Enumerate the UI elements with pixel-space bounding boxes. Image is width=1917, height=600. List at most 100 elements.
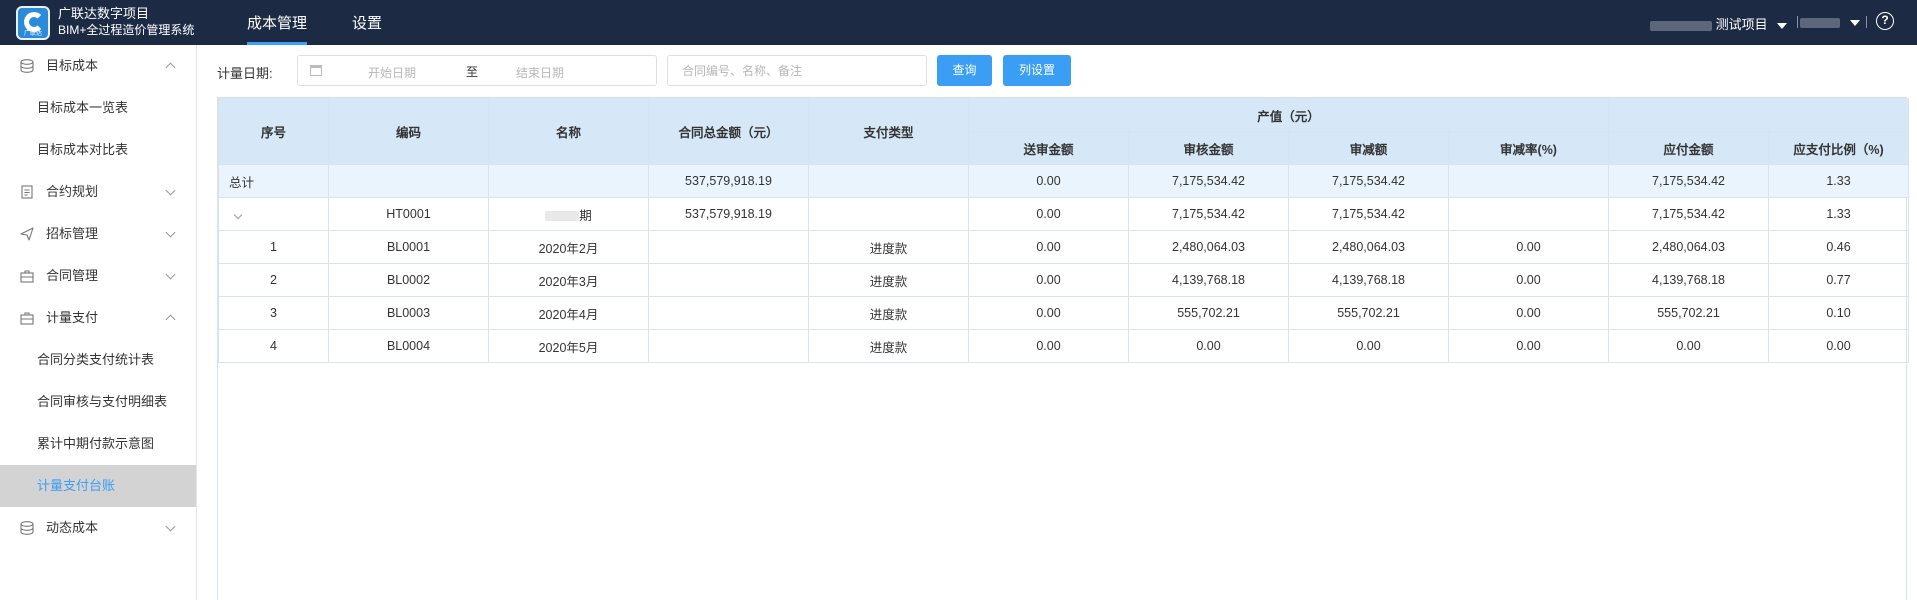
briefcase-icon: [20, 312, 34, 325]
col-header-reduction: 审减额: [1288, 131, 1449, 165]
cell-pay-ratio: 0.77: [1768, 263, 1910, 297]
cell-reduction-rate: 0.00: [1447, 296, 1610, 330]
cell-payable: 555,702.21: [1608, 296, 1770, 330]
cell-submitted: 0.00: [968, 197, 1129, 231]
cell-reduction-rate: 0.00: [1447, 230, 1610, 264]
cell-seq: 3: [218, 296, 329, 330]
sidebar-item-label: 合同管理: [46, 268, 99, 283]
document-icon: [21, 185, 33, 199]
cell-submitted: 0.00: [968, 329, 1129, 363]
cell-pay-type: 进度款: [808, 230, 969, 264]
col-header-code: 编码: [328, 98, 489, 165]
cell-pay-ratio: 0.00: [1768, 329, 1910, 363]
sidebar-group-bidding[interactable]: 招标管理: [0, 213, 196, 255]
cell-contract-total: [648, 296, 809, 330]
cell-reduction: 4,139,768.18: [1288, 263, 1449, 297]
app-logo-icon[interactable]: 广联达: [16, 6, 50, 40]
table-row[interactable]: 4 BL0004 2020年5月 进度款 0.00 0.00 0.00 0.00…: [218, 329, 1910, 363]
cell-approved: 7,175,534.42: [1128, 164, 1289, 198]
caret-down-icon: [1849, 19, 1860, 26]
cell-payable: 2,480,064.03: [1608, 230, 1770, 264]
chevron-up-icon: [165, 62, 176, 73]
sidebar-item-target-cost-list[interactable]: 目标成本一览表: [0, 87, 196, 129]
cell-name-text: 期: [579, 208, 592, 223]
cell-submitted: 0.00: [968, 263, 1129, 297]
cell-seq: 2: [218, 263, 329, 297]
sidebar-item-cumulative-interim-chart[interactable]: 累计中期付款示意图: [0, 423, 196, 465]
cell-reduction: 0.00: [1288, 329, 1449, 363]
tab-cost-management[interactable]: 成本管理: [247, 12, 308, 45]
date-range-separator: 至: [466, 65, 479, 79]
cell-approved: 4,139,768.18: [1128, 263, 1289, 297]
end-date-input[interactable]: 结束日期: [516, 64, 564, 81]
cell-approved: 555,702.21: [1128, 296, 1289, 330]
cell-reduction: 2,480,064.03: [1288, 230, 1449, 264]
table-row[interactable]: 3 BL0003 2020年4月 进度款 0.00 555,702.21 555…: [218, 296, 1910, 330]
redacted-text: [545, 211, 580, 222]
sidebar-group-contract-planning[interactable]: 合约规划: [0, 171, 196, 213]
cell-code: BL0001: [328, 230, 489, 264]
cell-pay-ratio: 1.33: [1768, 197, 1910, 231]
sidebar-group-dynamic-cost[interactable]: 动态成本: [0, 507, 196, 549]
app-title-sub: BIM+全过程造价管理系统: [58, 23, 195, 37]
cell-seq[interactable]: [218, 197, 329, 231]
sidebar-item-label: 计量支付: [46, 310, 99, 325]
sidebar: 目标成本 目标成本一览表 目标成本对比表 合约规划 招标管理 合同管理 计量支付…: [0, 45, 197, 600]
payment-ledger-table: 序号 编码 名称 合同总金额（元） 支付类型 产值（元） 送审金额 审核金额 审…: [217, 97, 1910, 600]
chevron-down-icon: [165, 269, 176, 280]
divider: [1797, 16, 1798, 28]
cell-contract-total: [648, 329, 809, 363]
cell-pay-ratio: 0.46: [1768, 230, 1910, 264]
cell-payable: 7,175,534.42: [1608, 197, 1770, 231]
search-input[interactable]: [667, 55, 927, 86]
divider: [1866, 16, 1867, 28]
col-header-payable-group: [1608, 98, 1910, 132]
sidebar-item-contract-category-stats[interactable]: 合同分类支付统计表: [0, 339, 196, 381]
start-date-input[interactable]: 开始日期: [368, 64, 416, 81]
help-icon[interactable]: ?: [1876, 12, 1894, 30]
chevron-up-icon: [165, 314, 176, 325]
cell-reduction: 7,175,534.42: [1288, 197, 1449, 231]
cell-contract-total: 537,579,918.19: [648, 197, 809, 231]
cell-pay-ratio: 0.10: [1768, 296, 1910, 330]
sidebar-group-contract-management[interactable]: 合同管理: [0, 255, 196, 297]
col-header-approved: 审核金额: [1128, 131, 1289, 165]
table-row[interactable]: 1 BL0001 2020年2月 进度款 0.00 2,480,064.03 2…: [218, 230, 1910, 264]
cell-name: 2020年2月: [488, 230, 649, 264]
sidebar-item-target-cost-compare[interactable]: 目标成本对比表: [0, 129, 196, 171]
query-button[interactable]: 查询: [937, 55, 992, 86]
cell-name: [488, 164, 649, 198]
date-range-picker[interactable]: 开始日期 至 结束日期: [297, 55, 657, 86]
user-menu[interactable]: [1800, 14, 1860, 29]
app-title: 广联达数字项目 BIM+全过程造价管理系统: [58, 6, 194, 38]
tab-settings[interactable]: 设置: [352, 12, 382, 33]
cell-reduction: 7,175,534.42: [1288, 164, 1449, 198]
app-title-main: 广联达数字项目: [58, 6, 150, 21]
sidebar-group-measure-payment[interactable]: 计量支付: [0, 297, 196, 339]
cell-seq: 总计: [218, 164, 329, 198]
cell-reduction-rate: 0.00: [1447, 263, 1610, 297]
chevron-down-icon: [165, 521, 176, 532]
sidebar-item-contract-audit-detail[interactable]: 合同审核与支付明细表: [0, 381, 196, 423]
caret-down-icon: [1777, 22, 1788, 29]
cell-code: HT0001: [328, 197, 489, 231]
sidebar-item-payment-ledger[interactable]: 计量支付台账: [0, 465, 196, 507]
sidebar-group-target-cost[interactable]: 目标成本: [0, 45, 196, 87]
table-row-total[interactable]: 总计 537,579,918.19 0.00 7,175,534.42 7,17…: [218, 164, 1910, 198]
col-header-seq: 序号: [218, 98, 329, 165]
calendar-icon: [310, 65, 322, 76]
col-header-output-group: 产值（元）: [967, 98, 1610, 132]
col-header-reduction-rate: 审减率(%): [1447, 131, 1610, 165]
cell-approved: 2,480,064.03: [1128, 230, 1289, 264]
table-row[interactable]: 2 BL0002 2020年3月 进度款 0.00 4,139,768.18 4…: [218, 263, 1910, 297]
cell-pay-ratio: 1.33: [1768, 164, 1910, 198]
expand-chevron-icon[interactable]: [233, 210, 243, 220]
cell-contract-total: 537,579,918.19: [648, 164, 809, 198]
column-settings-button[interactable]: 列设置: [1003, 55, 1071, 86]
table-row-contract[interactable]: HT0001 期 537,579,918.19 0.00 7,175,534.4…: [218, 197, 1910, 231]
cell-pay-type: 进度款: [808, 296, 969, 330]
top-bar: 广联达 广联达数字项目 BIM+全过程造价管理系统 成本管理 设置 测试项目 ?: [0, 0, 1917, 45]
project-selector[interactable]: 测试项目: [1650, 14, 1788, 33]
cell-approved: 0.00: [1128, 329, 1289, 363]
cell-submitted: 0.00: [968, 230, 1129, 264]
